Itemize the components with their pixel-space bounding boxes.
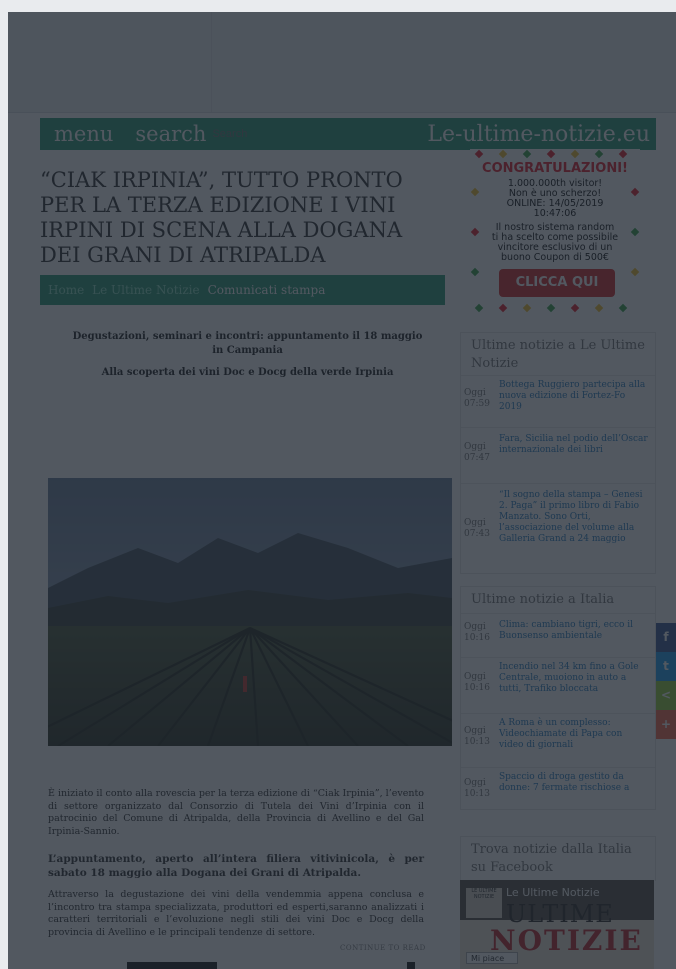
facebook-page-name[interactable]: Le Ultime Notizie <box>506 886 600 899</box>
widget-latest-site: Ultime notizie a Le Ultime Notizie Oggi … <box>460 332 656 574</box>
vineyard-landscape-image <box>48 478 452 746</box>
top-navbar: menu search Le-ultime-notizie.eu <box>40 118 656 150</box>
item-date: Oggi 07:43 <box>464 518 490 539</box>
list-item[interactable]: Oggi 10:13 Spaccio di droga gestito da d… <box>461 767 655 808</box>
item-link[interactable]: Fara, Sicilia nel podio dell’Oscar inter… <box>499 434 649 456</box>
confetti-icon <box>570 303 580 313</box>
share-icon[interactable]: < <box>656 681 676 710</box>
item-date: Oggi 10:13 <box>464 778 490 799</box>
facebook-like-button[interactable]: Mi piace <box>466 952 518 964</box>
continue-reading-link[interactable]: CONTINUE TO READ <box>340 944 426 952</box>
top-ad-banner[interactable] <box>8 12 676 113</box>
widget-title: Trova notizie dalla Italia su Facebook <box>471 842 632 875</box>
article-lead: Degustazioni, seminari e incontri: appun… <box>72 331 423 356</box>
article-paragraph-2: L’appuntamento, aperto all’intera filier… <box>48 853 424 879</box>
confetti-icon <box>594 149 604 159</box>
search-input[interactable] <box>210 123 275 145</box>
confetti-icon <box>522 303 532 313</box>
item-date: Oggi 07:59 <box>464 388 490 409</box>
breadcrumb-le-ultime-notizie[interactable]: Le Ultime Notizie <box>92 283 199 297</box>
confetti-icon <box>470 267 480 277</box>
item-date: Oggi 10:16 <box>464 622 490 643</box>
article-hero-image <box>48 478 452 746</box>
list-item[interactable]: Oggi 07:43 “Il sogno della stampa – Gene… <box>461 483 655 572</box>
confetti-icon <box>546 303 556 313</box>
item-date: Oggi 10:16 <box>464 672 490 693</box>
list-item[interactable]: Oggi 10:13 A Roma è un complesso: Videoc… <box>461 713 655 764</box>
facebook-page-plugin[interactable]: LE ULTIME NOTIZIE Le Ultime Notizie ULTI… <box>460 880 654 969</box>
article-paragraph-3: Attraverso la degustazione dei vini dell… <box>48 889 424 938</box>
item-date: Oggi 07:47 <box>464 442 490 463</box>
article-paragraph-1: È iniziato il conto alla rovescia per la… <box>48 788 424 837</box>
confetti-icon <box>474 303 484 313</box>
confetti-icon <box>618 303 628 313</box>
sponsor-icon <box>407 962 415 969</box>
breadcrumb: Home Le Ultime Notizie Comunicati stampa <box>40 275 445 305</box>
search-label[interactable]: search <box>135 122 206 146</box>
confetti-icon <box>570 149 580 159</box>
widget-latest-italy: Ultime notizie a Italia Oggi 10:16 Clima… <box>460 586 656 810</box>
list-item[interactable]: Oggi 07:47 Fara, Sicilia nel podio dell’… <box>461 427 655 480</box>
item-link[interactable]: “Il sogno della stampa – Genesi 2. Paga”… <box>499 490 649 545</box>
item-link[interactable]: A Roma è un complesso: Videochiamate di … <box>499 718 649 751</box>
confetti-icon <box>522 149 532 159</box>
list-item[interactable]: Oggi 10:16 Incendio nel 34 km fino a Gol… <box>461 657 655 710</box>
social-share-bar: f t < + <box>656 623 676 739</box>
item-link[interactable]: Clima: cambiano tigri, ecco il Buonsenso… <box>499 620 649 642</box>
sponsor-logo <box>127 962 217 969</box>
promo-line: buono Coupon di 500€ <box>501 252 609 263</box>
widget-facebook: Trova notizie dalla Italia su Facebook <box>460 836 656 881</box>
confetti-icon <box>618 149 628 159</box>
confetti-icon <box>498 303 508 313</box>
promo-title: CONGRATULAZIONI! <box>482 161 628 176</box>
confetti-icon <box>594 303 604 313</box>
page: menu search Le-ultime-notizie.eu “CIAK I… <box>0 0 676 969</box>
promo-cta-button[interactable]: CLICCA QUI <box>499 269 615 297</box>
item-link[interactable]: Spaccio di droga gestito da donne: 7 fer… <box>499 772 649 794</box>
list-item[interactable]: Oggi 07:59 Bottega Ruggiero partecipa al… <box>461 375 655 426</box>
breadcrumb-home[interactable]: Home <box>48 283 84 297</box>
breadcrumb-current: Comunicati stampa <box>207 283 326 297</box>
item-link[interactable]: Incendio nel 34 km fino a Gole Centrale,… <box>499 662 649 695</box>
item-date: Oggi 10:13 <box>464 726 490 747</box>
confetti-icon <box>546 149 556 159</box>
widget-title: Ultime notizie a Le Ultime Notizie <box>471 338 645 371</box>
plus-icon[interactable]: + <box>656 710 676 739</box>
article-sublead: Alla scoperta dei vini Doc e Docg della … <box>101 367 394 378</box>
confetti-icon <box>474 149 484 159</box>
site-brand[interactable]: Le-ultime-notizie.eu <box>427 122 650 147</box>
confetti-icon <box>630 267 640 277</box>
facebook-page-logo: LE ULTIME NOTIZIE <box>466 888 502 918</box>
widget-title: Ultime notizie a Italia <box>471 592 615 607</box>
ad-divider <box>211 12 212 112</box>
list-item[interactable]: Oggi 10:16 Clima: cambiano tigri, ecco i… <box>461 613 655 654</box>
facebook-icon[interactable]: f <box>656 623 676 652</box>
menu-button[interactable]: menu <box>54 122 113 146</box>
item-link[interactable]: Bottega Ruggiero partecipa alla nuova ed… <box>499 380 649 413</box>
article-headline: “CIAK IRPINIA”, TUTTO PRONTO PER LA TERZ… <box>40 168 403 267</box>
promo-line: 10:47:06 <box>533 208 577 219</box>
confetti-icon <box>498 149 508 159</box>
twitter-icon[interactable]: t <box>656 652 676 681</box>
